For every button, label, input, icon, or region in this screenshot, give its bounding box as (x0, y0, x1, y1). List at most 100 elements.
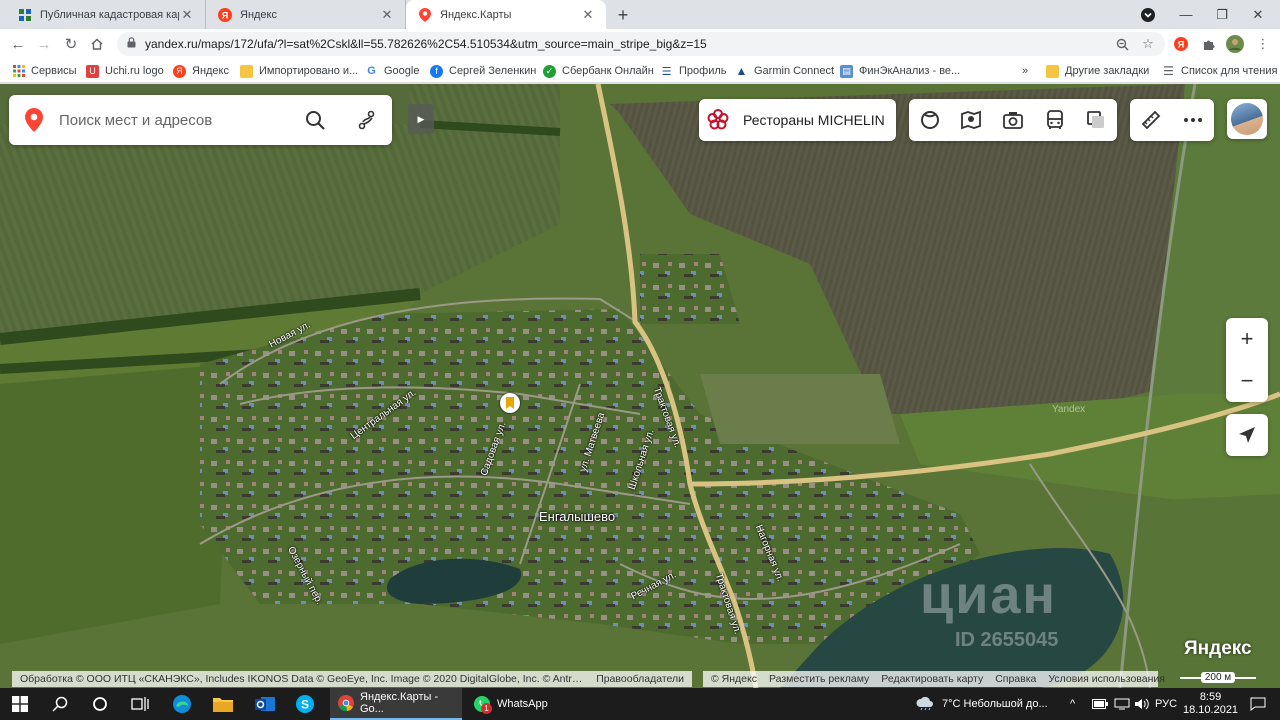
tab-yandex[interactable]: Я Яндекс ✕ (206, 0, 406, 29)
notifications-icon[interactable] (1250, 688, 1266, 720)
bookmark-profile[interactable]: ☰ Профиль (660, 62, 727, 80)
bookmark-label: ФинЭкАнализ - ве... (859, 65, 961, 77)
bookmark-star-icon[interactable]: ☆ (1137, 33, 1159, 55)
home-icon[interactable] (86, 33, 108, 55)
michelin-restaurants-button[interactable]: Рестораны MICHELIN (699, 99, 896, 141)
traffic-map-icon[interactable] (951, 99, 993, 141)
profile-avatar-icon[interactable] (1224, 33, 1246, 55)
help-link[interactable]: Справка (995, 673, 1036, 685)
more-menu-icon[interactable] (1172, 99, 1214, 141)
task-view-icon[interactable] (120, 688, 160, 720)
bookmark-finekanaliz[interactable]: ▤ ФинЭкАнализ - ве... (840, 62, 960, 80)
address-bar[interactable]: yandex.ru/maps/172/ufa/?l=sat%2Cskl&ll=5… (117, 32, 1165, 56)
language-indicator[interactable]: РУС (1155, 688, 1177, 720)
volume-icon[interactable] (1134, 688, 1150, 720)
rights-holders-link[interactable]: Правообладатели (596, 673, 684, 685)
bookmarks-overflow-button[interactable]: » (1022, 62, 1028, 80)
new-tab-button[interactable]: + (612, 4, 634, 26)
edge-browser-icon[interactable] (162, 688, 202, 720)
tab-strip: Публичная кадастровая карта ✕ Я Яндекс ✕… (0, 0, 1280, 29)
transit-bus-icon[interactable] (1034, 99, 1076, 141)
avatar-image (1231, 103, 1263, 135)
bookmark-other[interactable]: Другие закладки (1046, 62, 1149, 80)
bookmark-google[interactable]: G Google (365, 62, 419, 80)
photo-camera-icon[interactable] (992, 99, 1034, 141)
bookmark-label: Профиль (679, 65, 727, 77)
bookmark-label: Сервисы (31, 65, 77, 77)
village-label[interactable]: Енгалышево (539, 509, 615, 524)
close-tab-icon[interactable]: ✕ (179, 7, 195, 23)
minimize-icon[interactable]: — (1168, 0, 1204, 29)
collapse-panel-button[interactable]: ▶ (408, 104, 434, 134)
michelin-flower-icon (699, 99, 737, 141)
tab-cadastral-map[interactable]: Публичная кадастровая карта ✕ (6, 0, 206, 29)
svg-text:S: S (301, 698, 309, 712)
forward-arrow-icon[interactable]: → (33, 33, 55, 55)
folder-icon (1046, 64, 1059, 78)
advertise-link[interactable]: Разместить рекламу (769, 673, 869, 685)
panorama-icon[interactable] (909, 99, 951, 141)
browser-toolbar: ← → ↻ yandex.ru/maps/172/ufa/?l=sat%2Csk… (0, 29, 1280, 59)
geolocation-arrow-icon (1239, 427, 1255, 443)
user-avatar[interactable] (1227, 99, 1267, 139)
search-input[interactable] (59, 111, 279, 129)
tray-overflow-icon[interactable]: ^ (1070, 688, 1075, 720)
map-canvas[interactable]: Новая ул. Центральная ул. Садовая ул. ул… (0, 84, 1280, 688)
skype-icon[interactable]: S (285, 688, 325, 720)
clock[interactable]: 8:59 18.10.2021 (1183, 688, 1238, 720)
ruler-icon[interactable] (1130, 99, 1172, 141)
search-icon[interactable] (303, 108, 327, 132)
bookmark-label: Яндекс (192, 65, 229, 77)
maximize-icon[interactable]: ❐ (1204, 0, 1240, 29)
scale-bar[interactable]: 200 м (1180, 669, 1256, 685)
taskbar-whatsapp-window[interactable]: 1 WhatsApp (465, 688, 585, 720)
cortana-circle-icon[interactable] (80, 688, 120, 720)
weather-widget[interactable]: 7°C Небольшой до... (916, 688, 1048, 720)
route-icon[interactable] (355, 108, 379, 132)
google-g-icon: G (367, 65, 376, 77)
bookmark-garmin[interactable]: ▲ Garmin Connect (735, 62, 835, 80)
file-explorer-icon[interactable] (203, 688, 243, 720)
extensions-puzzle-icon[interactable] (1197, 33, 1219, 55)
zoom-magnifier-icon[interactable] (1111, 33, 1133, 55)
profile-menu-icon[interactable] (1130, 0, 1166, 29)
uchi-logo-icon: U (86, 64, 99, 78)
bookmark-uchi[interactable]: U Uchi.ru logo (86, 62, 164, 80)
browser-menu-icon[interactable]: ⋮ (1252, 33, 1274, 55)
yandex-icon: Я (173, 64, 186, 78)
reload-icon[interactable]: ↻ (60, 33, 82, 55)
layers-icon[interactable] (1075, 99, 1117, 141)
windows-start-icon[interactable] (0, 688, 40, 720)
bookmark-label: Garmin Connect (754, 65, 835, 77)
close-tab-icon[interactable]: ✕ (580, 7, 596, 23)
bookmark-reading-list[interactable]: ☰ Список для чтения (1162, 62, 1277, 80)
yandex-watermark: Yandex (1052, 404, 1086, 415)
bookmark-yandex[interactable]: Я Яндекс (173, 62, 229, 80)
tab-yandex-maps[interactable]: Яндекс.Карты ✕ (406, 0, 606, 29)
bookmark-sberbank[interactable]: ✓ Сбербанк Онлайн (543, 62, 654, 80)
bookmark-services[interactable]: Сервисы (12, 62, 77, 80)
edit-map-link[interactable]: Редактировать карту (881, 673, 983, 685)
yandex-logo[interactable]: Яндекс (1184, 638, 1252, 660)
zoom-in-button[interactable]: + (1226, 318, 1268, 360)
close-window-icon[interactable]: ✕ (1240, 0, 1276, 29)
close-tab-icon[interactable]: ✕ (379, 7, 395, 23)
terms-link[interactable]: Условия использования (1048, 673, 1165, 685)
locate-me-button[interactable] (1226, 414, 1268, 456)
bookmark-label: Google (384, 65, 420, 77)
weather-text: 7°C Небольшой до... (942, 698, 1048, 710)
battery-icon[interactable] (1092, 688, 1108, 720)
tab-title: Яндекс.Карты (440, 8, 512, 21)
apps-grid-icon (12, 65, 25, 78)
zoom-out-button[interactable]: − (1226, 360, 1268, 402)
poi-marker-icon[interactable] (500, 393, 520, 413)
bookmark-facebook[interactable]: f Сергей Зеленкин (430, 62, 536, 80)
bookmark-imported[interactable]: Импортировано и... (240, 62, 358, 80)
outlook-icon[interactable] (245, 688, 285, 720)
taskbar-chrome-window[interactable]: Яндекс.Карты - Go... (330, 688, 462, 720)
yandex-extension-icon[interactable]: Я (1170, 33, 1192, 55)
network-icon[interactable] (1114, 688, 1130, 720)
search-icon[interactable] (40, 688, 80, 720)
bookmark-label: Uchi.ru logo (105, 65, 164, 77)
back-arrow-icon[interactable]: ← (7, 33, 29, 55)
